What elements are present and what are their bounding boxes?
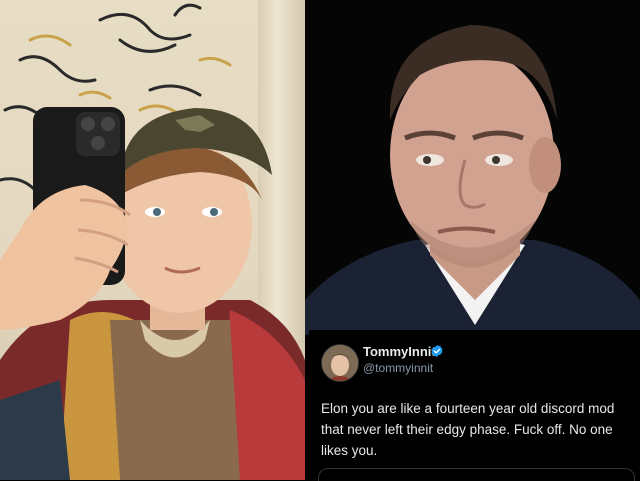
- display-name[interactable]: TommyInnit: [363, 344, 436, 359]
- tweet-card[interactable]: TommyInnit @tommyinnit Elon you are like…: [309, 330, 640, 480]
- person-selfie: [0, 107, 305, 480]
- next-tweet-card-edge: [318, 468, 635, 481]
- screenshot-collage: TommyInnit @tommyinnit Elon you are like…: [0, 0, 640, 481]
- verified-badge-icon: [431, 344, 443, 358]
- tweet-text: Elon you are like a fourteen year old di…: [321, 401, 615, 458]
- selfie-photo: [0, 0, 305, 480]
- user-handle[interactable]: @tommyinnit: [363, 361, 433, 375]
- profile-avatar[interactable]: [321, 344, 359, 382]
- avatar-image-icon: [322, 345, 358, 381]
- portrait-photo: [305, 0, 640, 335]
